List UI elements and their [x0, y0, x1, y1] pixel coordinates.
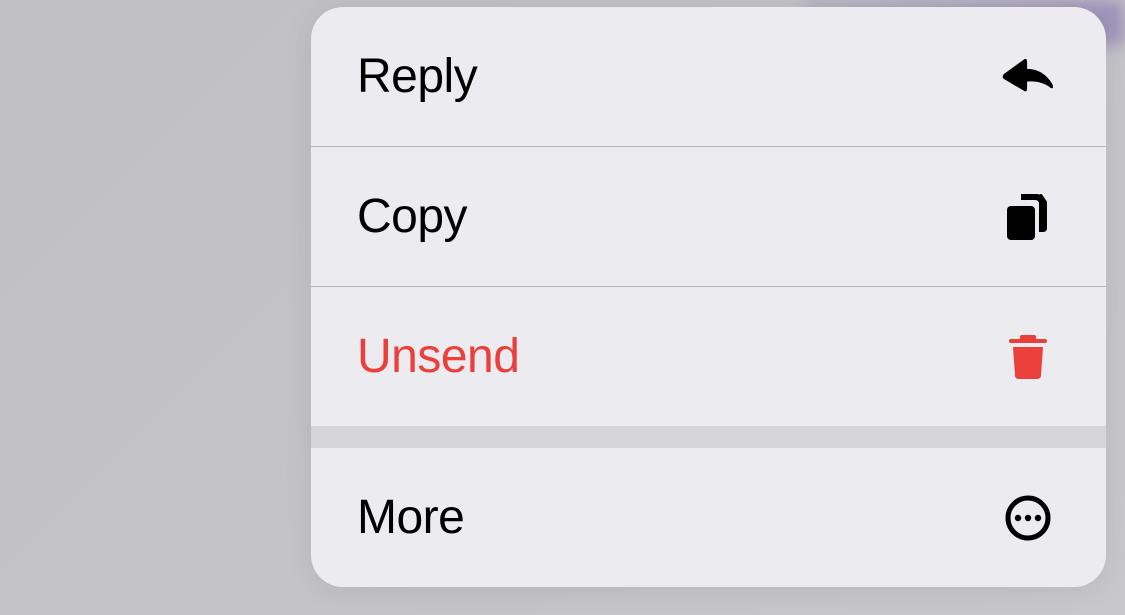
trash-icon — [1000, 329, 1056, 385]
menu-item-more[interactable]: More — [311, 448, 1106, 587]
menu-item-label: More — [357, 490, 464, 545]
menu-section-divider — [311, 426, 1106, 448]
menu-item-reply[interactable]: Reply — [311, 7, 1106, 146]
menu-item-label: Copy — [357, 189, 467, 244]
menu-item-copy[interactable]: Copy — [311, 147, 1106, 286]
context-menu: Reply Copy Unsend More — [311, 7, 1106, 587]
menu-item-label: Reply — [357, 49, 477, 104]
menu-item-label: Unsend — [357, 329, 519, 384]
menu-item-unsend[interactable]: Unsend — [311, 287, 1106, 426]
more-icon — [1000, 490, 1056, 546]
reply-icon — [1000, 49, 1056, 105]
copy-icon — [1000, 189, 1056, 245]
